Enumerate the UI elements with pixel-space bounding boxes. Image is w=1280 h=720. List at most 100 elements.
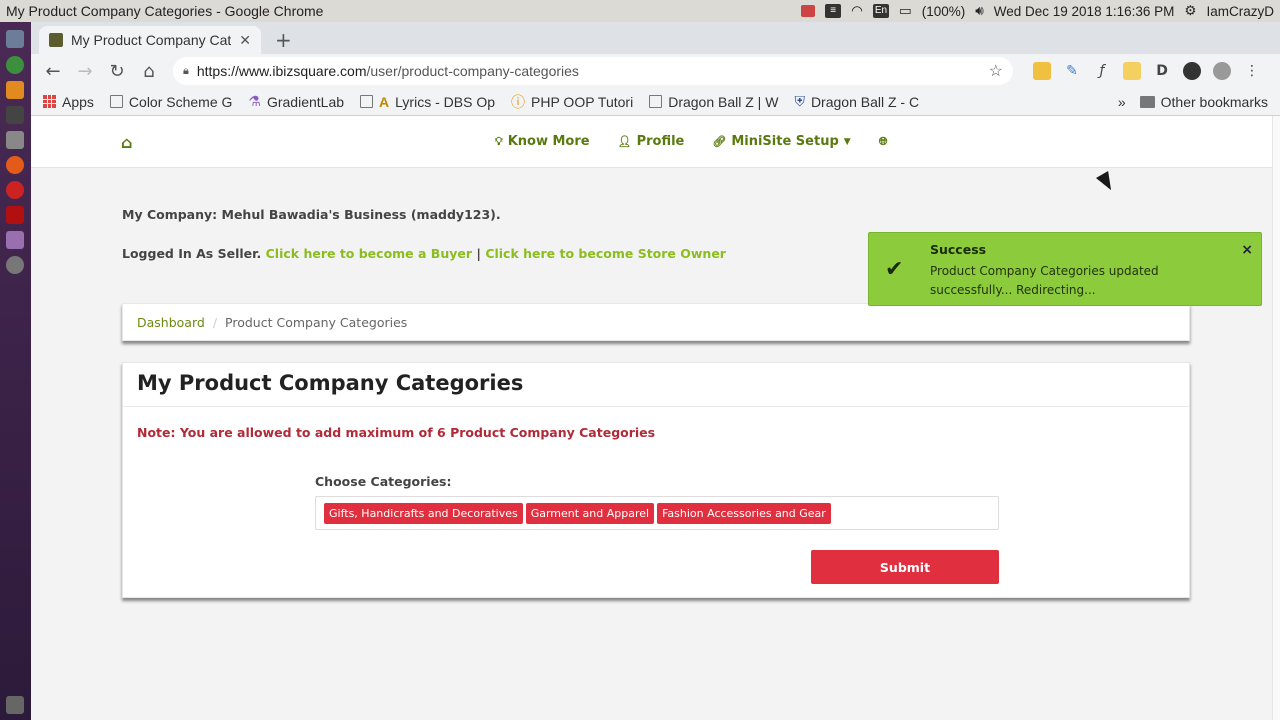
- extension-fonts-icon[interactable]: ƒ: [1093, 62, 1111, 80]
- choose-categories-label: Choose Categories:: [315, 474, 452, 489]
- shield-icon: ⛨: [794, 93, 805, 109]
- link-icon: 🔗︎: [712, 135, 727, 148]
- clock[interactable]: Wed Dec 19 2018 1:16:36 PM: [994, 4, 1175, 19]
- toast-title: Success: [930, 242, 987, 257]
- opera-icon[interactable]: [6, 181, 24, 199]
- terminal-icon[interactable]: [6, 106, 24, 124]
- menu-icon[interactable]: ≡: [825, 4, 842, 18]
- site-favicon-icon: [49, 33, 63, 47]
- bookmark-lyrics[interactable]: A Lyrics - DBS Op: [360, 94, 495, 110]
- reload-icon[interactable]: ↻: [103, 57, 131, 85]
- submit-button[interactable]: Submit: [811, 550, 999, 584]
- categories-multiselect[interactable]: Gifts, Handicrafts and Decoratives Garme…: [315, 496, 999, 530]
- nav-know-more[interactable]: 💡︎ Know More: [495, 134, 590, 149]
- nav-links: 💡︎ Know More 👤︎ Profile 🔗︎ MiniSite Setup ▼ …: [495, 134, 888, 149]
- company-info: My Company: Mehul Bawadia's Business (ma…: [122, 207, 501, 222]
- launcher-dock: [0, 22, 31, 720]
- page-icon: [649, 95, 663, 108]
- limit-note: Note: You are allowed to add maximum of …: [137, 425, 656, 440]
- user-name[interactable]: IamCrazyD: [1206, 4, 1274, 19]
- browser-toolbar: ← → ↻ ⌂ 🔒︎ https://www.ibizsquare.com/us…: [31, 54, 1280, 88]
- bookmarks-overflow-icon[interactable]: »: [1118, 94, 1126, 110]
- os-top-bar: My Product Company Categories - Google C…: [0, 0, 1280, 22]
- toast-message: Product Company Categories updated succe…: [930, 264, 1159, 297]
- window-title: My Product Company Categories - Google C…: [6, 3, 324, 19]
- apps-grid-icon: [43, 95, 56, 108]
- extension-d-icon[interactable]: D: [1153, 62, 1171, 80]
- become-buyer-link[interactable]: Click here to become a Buyer: [266, 246, 472, 261]
- category-tag[interactable]: Garment and Apparel: [525, 502, 655, 524]
- login-status: Logged In As Seller. Click here to becom…: [122, 246, 726, 261]
- bookmark-php-oop[interactable]: ⓘ PHP OOP Tutori: [511, 92, 633, 112]
- extension-note-icon[interactable]: [1123, 62, 1141, 80]
- page-icon: [360, 95, 374, 108]
- battery-icon[interactable]: ▭: [899, 3, 912, 19]
- user-icon: 👤︎: [617, 135, 632, 148]
- bookmarks-bar: Apps Color Scheme G ⚗ GradientLab A Lyri…: [31, 88, 1280, 116]
- filezilla-icon[interactable]: [6, 206, 24, 224]
- volume-icon[interactable]: 🔊︎: [975, 3, 984, 19]
- new-tab-icon[interactable]: +: [275, 28, 292, 52]
- bookmark-dragon-ball-1[interactable]: Dragon Ball Z | W: [649, 94, 778, 110]
- wifi-icon[interactable]: ◠: [851, 3, 863, 19]
- bookmark-dragon-ball-2[interactable]: ⛨ Dragon Ball Z - C: [794, 93, 919, 110]
- home-icon[interactable]: ⌂: [135, 57, 163, 85]
- breadcrumb-dashboard-link[interactable]: Dashboard: [137, 315, 205, 330]
- archive-icon[interactable]: [6, 231, 24, 249]
- browser-window: My Product Company Cat ✕ + ← → ↻ ⌂ 🔒︎ ht…: [31, 22, 1280, 720]
- back-icon[interactable]: ←: [39, 57, 67, 85]
- page-viewport: ⌂ 💡︎ Know More 👤︎ Profile 🔗︎ MiniSite Setup…: [31, 116, 1280, 720]
- globe-icon: 🌐︎: [878, 134, 888, 148]
- panel-header: My Product Company Categories: [123, 363, 1189, 407]
- breadcrumb: Dashboard / Product Company Categories: [122, 303, 1190, 341]
- category-tag[interactable]: Gifts, Handicrafts and Decoratives: [324, 502, 523, 524]
- settings-gear-icon[interactable]: ⚙: [1184, 3, 1196, 19]
- categories-panel: My Product Company Categories Note: You …: [122, 362, 1190, 598]
- battery-level: (100%): [921, 3, 966, 19]
- url-text[interactable]: https://www.ibizsquare.com/user/product-…: [197, 63, 981, 79]
- become-store-owner-link[interactable]: Click here to become Store Owner: [485, 246, 726, 261]
- bookmarks-right: » Other bookmarks: [1118, 88, 1268, 116]
- tab-close-icon[interactable]: ✕: [239, 32, 251, 49]
- tab-strip: My Product Company Cat ✕ +: [31, 22, 1280, 54]
- extension-bulb-icon[interactable]: [1033, 62, 1051, 80]
- site-home-icon[interactable]: ⌂: [121, 133, 132, 152]
- keyboard-layout[interactable]: En: [872, 4, 889, 18]
- nav-minisite-setup[interactable]: 🔗︎ MiniSite Setup ▼: [712, 134, 850, 149]
- bookmark-color-scheme[interactable]: Color Scheme G: [109, 94, 232, 110]
- firefox-icon[interactable]: [6, 156, 24, 174]
- extension-block-icon[interactable]: [1183, 62, 1201, 80]
- profile-avatar-icon[interactable]: [1213, 62, 1231, 80]
- lock-icon[interactable]: 🔒︎: [183, 65, 189, 78]
- extensions-row: ✎ ƒ D ⋮: [1023, 62, 1261, 80]
- lightbulb-icon: 💡︎: [495, 134, 503, 148]
- menu-dots-icon[interactable]: ⋮: [1243, 62, 1261, 80]
- breadcrumb-current: Product Company Categories: [225, 314, 408, 330]
- system-settings-icon[interactable]: [6, 256, 24, 274]
- caret-down-icon: ▼: [843, 136, 851, 147]
- nav-globe[interactable]: 🌐︎: [879, 134, 888, 149]
- lyrics-site-icon: A: [379, 93, 390, 110]
- page-right-edge: [1272, 116, 1280, 720]
- system-tray: ≡ ◠ En ▭ (100%) 🔊︎ Wed Dec 19 2018 1:16:…: [801, 3, 1280, 19]
- dash-icon[interactable]: [6, 30, 24, 48]
- forward-icon[interactable]: →: [71, 57, 99, 85]
- record-icon[interactable]: [801, 5, 816, 17]
- bookmark-star-icon[interactable]: ☆: [989, 61, 1003, 81]
- extension-colorpicker-icon[interactable]: ✎: [1063, 62, 1081, 80]
- site-navbar: ⌂ 💡︎ Know More 👤︎ Profile 🔗︎ MiniSite Setup…: [31, 116, 1280, 168]
- bookmark-apps[interactable]: Apps: [43, 94, 94, 110]
- chrome-icon[interactable]: [6, 56, 24, 74]
- bookmark-gradientlab[interactable]: ⚗ GradientLab: [248, 93, 344, 110]
- trash-icon[interactable]: [6, 696, 24, 714]
- address-bar[interactable]: 🔒︎ https://www.ibizsquare.com/user/produ…: [173, 57, 1013, 85]
- other-bookmarks[interactable]: Other bookmarks: [1139, 94, 1268, 110]
- nav-profile[interactable]: 👤︎ Profile: [618, 134, 685, 149]
- page-icon: [109, 95, 123, 108]
- tab-active[interactable]: My Product Company Cat ✕: [39, 26, 261, 54]
- success-toast: ✔ Success Product Company Categories upd…: [868, 232, 1262, 306]
- files-icon[interactable]: [6, 131, 24, 149]
- toast-close-icon[interactable]: ×: [1241, 242, 1253, 258]
- category-tag[interactable]: Fashion Accessories and Gear: [657, 502, 831, 524]
- sublime-icon[interactable]: [6, 81, 24, 99]
